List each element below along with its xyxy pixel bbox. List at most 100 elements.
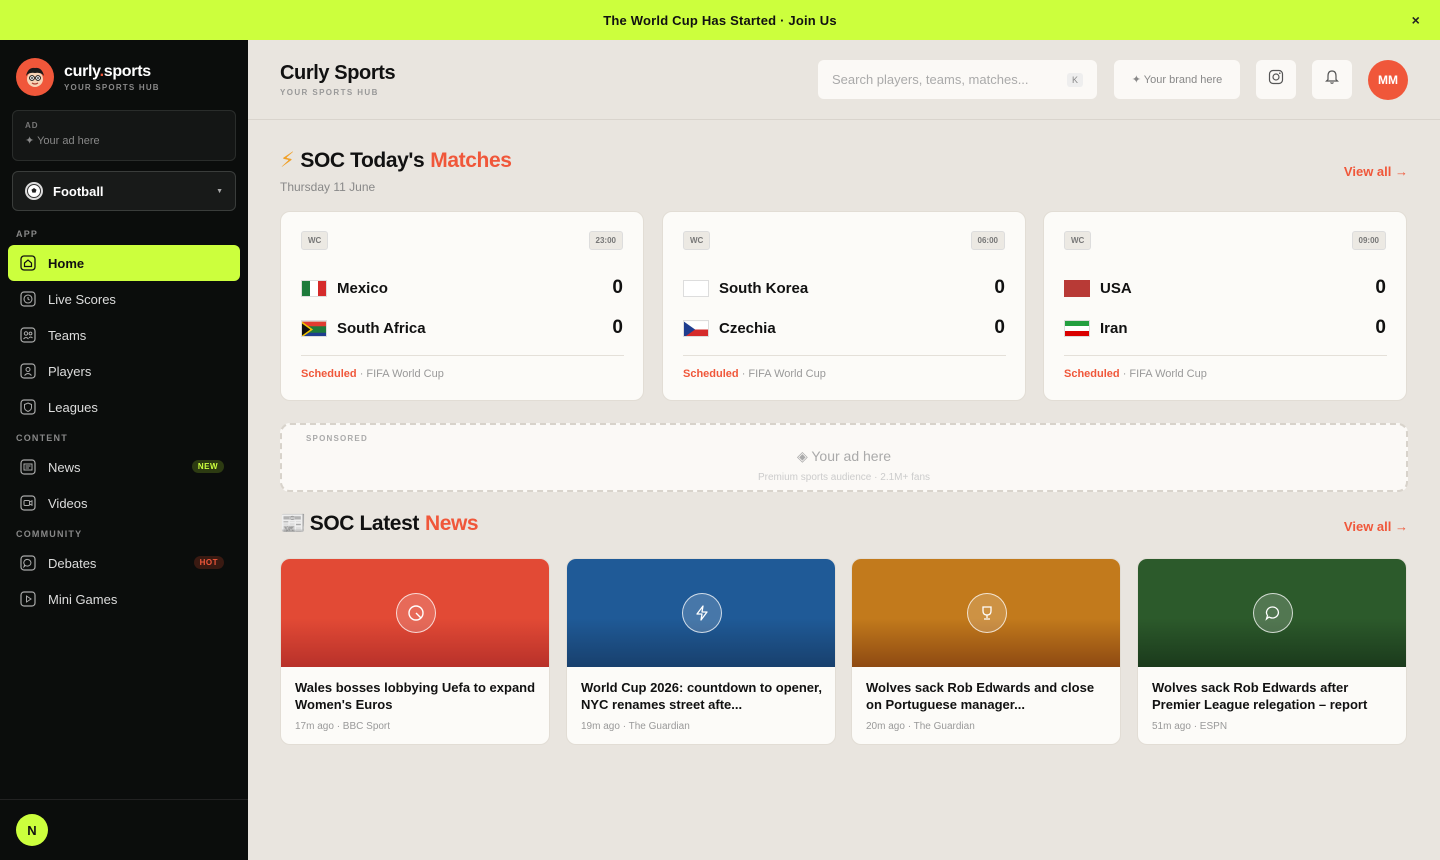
sponsored-title: ◈ Your ad here — [796, 448, 892, 464]
section-title-accent: Matches — [430, 148, 512, 172]
news-section-heading: 📰 SOC Latest News — [280, 512, 479, 536]
mexico-flag-icon — [301, 279, 327, 297]
sidebar-ad[interactable]: AD ✦ Your ad here — [12, 110, 236, 161]
news-thumbnail — [1138, 559, 1406, 667]
team-score: 0 — [612, 277, 623, 298]
trophy-icon — [967, 593, 1007, 633]
news-card[interactable]: Wolves sack Rob Edwards after Premier Le… — [1137, 558, 1407, 745]
your-brand-button[interactable]: ✦ Your brand here — [1114, 60, 1240, 99]
page-title: Curly Sports — [280, 62, 396, 84]
news-thumbnail — [281, 559, 549, 667]
team-score: 0 — [612, 317, 623, 338]
view-all-news-link[interactable]: View all → — [1344, 519, 1408, 534]
news-title: Wales bosses lobbying Uefa to expand Wom… — [295, 680, 536, 712]
home-icon — [20, 255, 36, 271]
sidebar-item-home[interactable]: Home — [8, 245, 240, 281]
team-name: Mexico — [337, 279, 388, 297]
sidebar-item-mini-games[interactable]: Mini Games — [8, 581, 240, 617]
news-meta: 51m ago · ESPN — [1152, 721, 1228, 732]
section-title: SOC Today's — [300, 148, 425, 172]
news-card[interactable]: World Cup 2026: countdown to opener, NYC… — [566, 558, 836, 745]
match-status: Scheduled — [1064, 368, 1120, 380]
news-card[interactable]: Wolves sack Rob Edwards and close on Por… — [851, 558, 1121, 745]
ad-label: AD — [25, 121, 39, 130]
news-title: Wolves sack Rob Edwards after Premier Le… — [1152, 680, 1368, 712]
banner-text[interactable]: The World Cup Has Started · Join Us — [603, 13, 837, 28]
match-card[interactable]: WC 09:00 USA 0 Iran 0 Scheduled · FIFA W… — [1043, 211, 1407, 401]
match-card[interactable]: WC 06:00 South Korea 0 Czechia 0 Schedul… — [662, 211, 1026, 401]
announcement-banner[interactable]: The World Cup Has Started · Join Us × — [0, 0, 1440, 40]
kickoff-time: 06:00 — [970, 231, 1005, 250]
profile-avatar[interactable]: MM — [1368, 60, 1408, 100]
sidebar-item-label: Teams — [48, 327, 87, 343]
card-divider — [301, 355, 624, 356]
sidebar-item-label: News — [48, 459, 81, 475]
match-status: Scheduled — [683, 368, 739, 380]
sidebar-item-label: Mini Games — [48, 591, 118, 607]
ball-icon — [396, 593, 436, 633]
team-name: Czechia — [719, 319, 776, 337]
match-card[interactable]: WC 23:00 Mexico 0 South Africa 0 Schedul… — [280, 211, 644, 401]
hot-badge: HOT — [193, 556, 224, 569]
sidebar-item-news[interactable]: News NEW — [8, 449, 240, 485]
competition-tag: WC — [1064, 231, 1092, 250]
chat-icon — [1253, 593, 1293, 633]
search-box[interactable]: K — [818, 60, 1097, 99]
away-team-row: South Africa 0 — [301, 317, 623, 339]
iran-flag-icon — [1064, 319, 1090, 337]
search-input[interactable] — [832, 72, 1067, 87]
top-header: Curly Sports YOUR SPORTS HUB K ✦ Your br… — [248, 40, 1440, 120]
section-title: SOC Latest — [309, 512, 420, 535]
section-label-app: APP — [16, 229, 39, 239]
news-title: Wolves sack Rob Edwards and close on Por… — [866, 680, 1095, 712]
sidebar-item-leagues[interactable]: Leagues — [8, 389, 240, 425]
competition-tag: WC — [301, 231, 329, 250]
sport-selector-value: Football — [53, 183, 104, 199]
news-card[interactable]: Wales bosses lobbying Uefa to expand Wom… — [280, 558, 550, 745]
logo-name: curly.sports — [64, 62, 151, 80]
home-team-row: South Korea 0 — [683, 277, 1005, 299]
user-avatar[interactable]: N — [16, 814, 48, 846]
logo-tagline: YOUR SPORTS HUB — [64, 82, 160, 92]
football-icon — [25, 182, 43, 200]
user-icon — [20, 363, 36, 379]
competition-name: · FIFA World Cup — [1122, 368, 1207, 380]
kickoff-time: 09:00 — [1351, 231, 1386, 250]
match-status-line: Scheduled · FIFA World Cup — [683, 368, 826, 380]
keyboard-shortcut-hint: K — [1066, 72, 1083, 87]
away-team-row: Iran 0 — [1064, 317, 1386, 339]
team-name: Iran — [1100, 319, 1128, 337]
view-all-matches-link[interactable]: View all → — [1344, 164, 1408, 179]
sidebar-item-live-scores[interactable]: Live Scores — [8, 281, 240, 317]
new-badge: NEW — [191, 460, 224, 473]
section-label-content: CONTENT — [16, 433, 68, 443]
team-score: 0 — [994, 277, 1005, 298]
logo[interactable]: curly.sports YOUR SPORTS HUB — [16, 58, 160, 96]
competition-name: · FIFA World Cup — [741, 368, 826, 380]
page-subtitle: YOUR SPORTS HUB — [280, 88, 379, 97]
users-icon — [20, 327, 36, 343]
news-meta: 20m ago · The Guardian — [866, 721, 975, 732]
sidebar-item-videos[interactable]: Videos — [8, 485, 240, 521]
sidebar: curly.sports YOUR SPORTS HUB AD ✦ Your a… — [0, 40, 248, 860]
mascot-logo-icon — [16, 58, 54, 96]
notifications-button[interactable] — [1312, 60, 1352, 99]
news-meta: 19m ago · The Guardian — [581, 721, 690, 732]
sidebar-item-label: Players — [48, 363, 92, 379]
kickoff-time: 23:00 — [588, 231, 623, 250]
sidebar-item-debates[interactable]: Debates HOT — [8, 545, 240, 581]
sidebar-divider — [0, 799, 248, 800]
instagram-icon — [1268, 69, 1284, 90]
instagram-button[interactable] — [1256, 60, 1296, 99]
bell-icon — [1324, 69, 1340, 90]
sidebar-item-label: Debates — [48, 555, 97, 571]
newspaper-icon: 📰 — [280, 512, 306, 535]
sponsored-ad-slot[interactable]: SPONSORED ◈ Your ad here Premium sports … — [280, 423, 1408, 492]
team-name: South Korea — [719, 279, 809, 297]
sidebar-item-teams[interactable]: Teams — [8, 317, 240, 353]
close-icon[interactable]: × — [1412, 12, 1420, 28]
team-score: 0 — [1375, 317, 1386, 338]
sport-selector[interactable]: Football ▼ — [12, 171, 236, 211]
sidebar-item-players[interactable]: Players — [8, 353, 240, 389]
team-name: USA — [1100, 279, 1132, 297]
